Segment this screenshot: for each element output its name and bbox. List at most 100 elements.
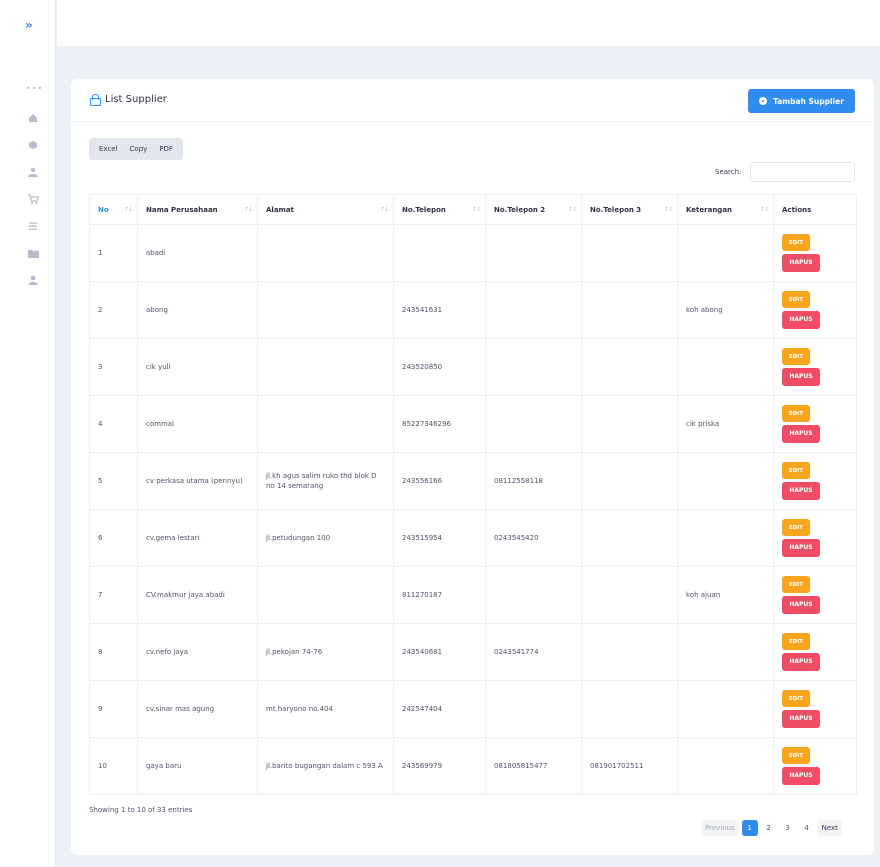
cell-telepon-2 (485, 281, 582, 339)
cell-telepon: 243540681 (393, 623, 486, 681)
sort-icon: ↑↓ (123, 206, 133, 213)
delete-button[interactable]: HAPUS (782, 425, 820, 443)
add-supplier-button[interactable]: Tambah Supplier (748, 89, 855, 113)
cell-nama-perusahaan: cv.sinar mas agung (137, 680, 258, 738)
export-buttons: Excel Copy PDF (89, 138, 183, 160)
card-title-text: List Supplier (105, 94, 167, 105)
cell-telepon-3 (581, 623, 678, 681)
cell-no: 10 (89, 737, 138, 795)
column-header-keterangan[interactable]: Keterangan ↑↓ (677, 194, 774, 225)
cell-keterangan: koh abong (677, 281, 774, 339)
cell-nama-perusahaan: commal (137, 395, 258, 453)
pagination-page-1[interactable]: 1 (741, 820, 758, 836)
edit-button[interactable]: EDIT (782, 291, 810, 308)
cell-actions: EDIT HAPUS (773, 338, 857, 396)
edit-button[interactable]: EDIT (782, 348, 810, 365)
box-icon[interactable] (27, 139, 39, 151)
delete-button[interactable]: HAPUS (782, 254, 820, 272)
edit-button[interactable]: EDIT (782, 747, 810, 764)
cell-no: 5 (89, 452, 138, 510)
cell-telepon-2: 0243545420 (485, 509, 582, 567)
folder-icon[interactable] (27, 247, 39, 259)
cell-nama-perusahaan: CV.makmur jaya abadi (137, 566, 258, 624)
edit-button[interactable]: EDIT (782, 519, 810, 536)
table-row: 2 abong 243541631 koh abong EDIT HAPUS (89, 281, 857, 339)
plus-circle-icon (759, 97, 768, 105)
table-row: 9 cv.sinar mas agung mt.haryono no.404 2425… (89, 680, 857, 738)
delete-button[interactable]: HAPUS (782, 596, 820, 614)
cell-no: 8 (89, 623, 138, 681)
cell-telepon-2 (485, 566, 582, 624)
edit-button[interactable]: EDIT (782, 576, 810, 593)
pagination-page-4[interactable]: 4 (799, 820, 815, 836)
cell-telepon: 243541631 (393, 281, 486, 339)
cell-telepon-3 (581, 680, 678, 738)
cell-no: 7 (89, 566, 138, 624)
pagination-page-2[interactable]: 2 (761, 820, 777, 836)
export-copy-button[interactable]: Copy (124, 145, 154, 153)
sort-icon: ↑↓ (379, 206, 389, 213)
cell-keterangan (677, 623, 774, 681)
column-header-telepon-3[interactable]: No.Telepon 3 ↑↓ (581, 194, 678, 225)
more-dots-icon: ••• (26, 84, 44, 93)
column-header-telepon-2[interactable]: No.Telepon 2 ↑↓ (485, 194, 582, 225)
cell-keterangan: cik priska (677, 395, 774, 453)
column-header-alamat[interactable]: Alamat ↑↓ (257, 194, 394, 225)
table-row: 3 cik yuli 243520850 EDIT HAPUS (89, 338, 857, 396)
delete-button[interactable]: HAPUS (782, 767, 820, 785)
edit-button[interactable]: EDIT (782, 405, 810, 422)
edit-button[interactable]: EDIT (782, 234, 810, 251)
export-pdf-button[interactable]: PDF (153, 145, 179, 153)
cell-no: 3 (89, 338, 138, 396)
delete-button[interactable]: HAPUS (782, 539, 820, 557)
delete-button[interactable]: HAPUS (782, 368, 820, 386)
cell-no: 2 (89, 281, 138, 339)
cell-telepon: 811270187 (393, 566, 486, 624)
delete-button[interactable]: HAPUS (782, 311, 820, 329)
cell-telepon-3 (581, 509, 678, 567)
cell-no: 9 (89, 680, 138, 738)
table-row: 4 commal 85227346296 cik priska EDIT HAPUS (89, 395, 857, 453)
sidebar-toggle-icon[interactable]: » (25, 18, 33, 32)
cell-telepon: 243556166 (393, 452, 486, 510)
users-icon[interactable] (27, 166, 39, 178)
cell-telepon-3 (581, 338, 678, 396)
search-input[interactable] (750, 162, 855, 182)
table-row: 6 cv.gema lestari jl.petudungan 100 2435159… (89, 509, 857, 567)
cell-telepon (393, 224, 486, 282)
pagination-page-3[interactable]: 3 (780, 820, 796, 836)
user-icon[interactable] (27, 274, 39, 286)
cell-telepon-2 (485, 224, 582, 282)
delete-button[interactable]: HAPUS (782, 710, 820, 728)
pagination-previous[interactable]: Previous (701, 820, 739, 836)
table-row: 10 gaya baru jl.barito bugangan dalam c 59… (89, 737, 857, 795)
sort-icon: ↑↓ (471, 206, 481, 213)
cell-telepon-3 (581, 224, 678, 282)
cell-actions: EDIT HAPUS (773, 281, 857, 339)
export-excel-button[interactable]: Excel (93, 145, 124, 153)
cell-no: 6 (89, 509, 138, 567)
column-header-actions: Actions (773, 194, 857, 225)
cell-alamat: jl.pekojan 74-76 (257, 623, 394, 681)
edit-button[interactable]: EDIT (782, 633, 810, 650)
list-icon[interactable] (27, 220, 39, 232)
delete-button[interactable]: HAPUS (782, 653, 820, 671)
cell-no: 4 (89, 395, 138, 453)
cell-keterangan (677, 224, 774, 282)
column-header-telepon[interactable]: No.Telepon ↑↓ (393, 194, 486, 225)
cell-telepon-2 (485, 338, 582, 396)
cart-icon[interactable] (27, 193, 39, 205)
column-header-no[interactable]: No ↑↓ (89, 194, 138, 225)
pagination-next[interactable]: Next (817, 820, 842, 836)
edit-button[interactable]: EDIT (782, 462, 810, 479)
cell-no: 1 (89, 224, 138, 282)
cell-keterangan (677, 680, 774, 738)
cell-alamat: jl.barito bugangan dalam c 593 A (257, 737, 394, 795)
cell-nama-perusahaan: cv.nefo jaya (137, 623, 258, 681)
edit-button[interactable]: EDIT (782, 690, 810, 707)
home-icon[interactable] (27, 112, 39, 124)
delete-button[interactable]: HAPUS (782, 482, 820, 500)
column-header-nama-perusahaan[interactable]: Nama Perusahaan ↑↓ (137, 194, 258, 225)
cell-telepon-2: 081805815477 (485, 737, 582, 795)
cell-telepon: 242547404 (393, 680, 486, 738)
